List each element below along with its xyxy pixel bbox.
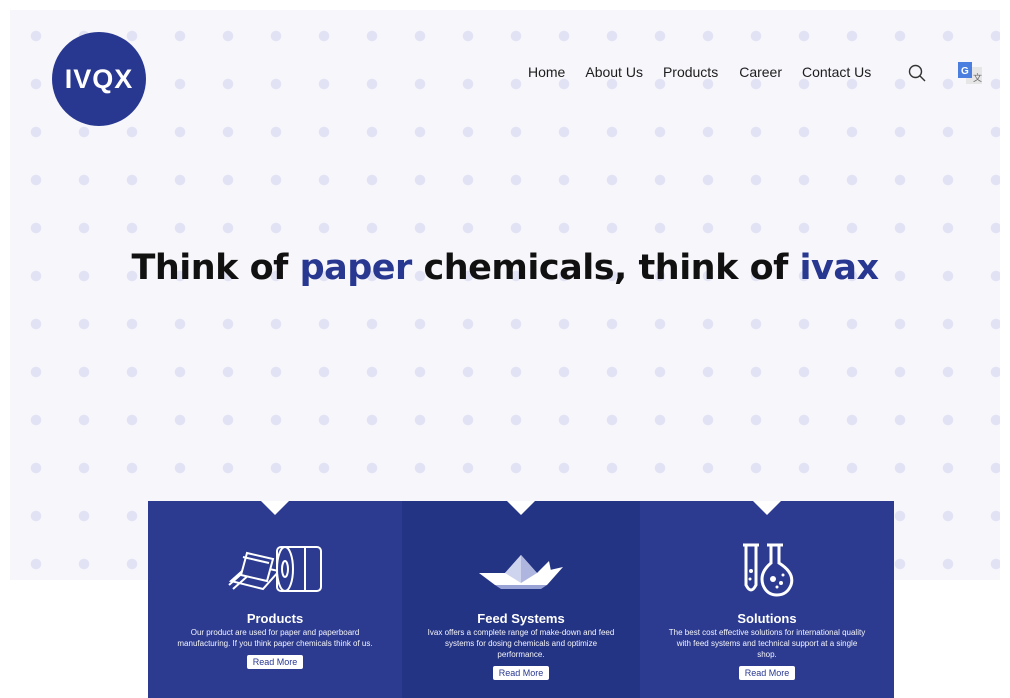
read-more-button[interactable]: Read More (738, 666, 796, 680)
nav-about-us[interactable]: About Us (585, 64, 643, 80)
nav-contact-us[interactable]: Contact Us (802, 64, 871, 80)
lab-flask-icon (737, 541, 797, 597)
google-translate-icon[interactable]: 文 G (957, 61, 983, 85)
hero-headline: Think of paper chemicals, think of ivax (0, 248, 1010, 288)
headline-accent-ivax: ivax (799, 248, 880, 288)
nav-home[interactable]: Home (528, 64, 565, 80)
card-title: Products (246, 611, 304, 626)
card-notch (507, 501, 535, 515)
card-products: Products Our product are used for paper … (148, 501, 402, 698)
card-description: Ivax offers a complete range of make-dow… (427, 628, 615, 659)
paper-boat-icon (475, 541, 567, 597)
hero-background (10, 10, 1000, 580)
nav-products[interactable]: Products (663, 64, 718, 80)
main-nav: Home About Us Products Career Contact Us (528, 64, 891, 80)
card-description: Our product are used for paper and paper… (177, 628, 373, 648)
card-title: Feed Systems (477, 611, 565, 626)
search-icon[interactable] (908, 64, 926, 82)
logo-text: IVQX (64, 63, 134, 94)
card-notch (261, 501, 289, 515)
headline-text-1: Think of (131, 248, 300, 288)
headline-accent-paper: paper (299, 248, 413, 288)
card-notch (753, 501, 781, 515)
card-title: Solutions (737, 611, 797, 626)
read-more-button[interactable]: Read More (246, 655, 304, 669)
nav-career[interactable]: Career (739, 64, 782, 80)
card-feed-systems: Feed Systems Ivax offers a complete rang… (402, 501, 640, 698)
card-solutions: Solutions The best cost effective soluti… (640, 501, 894, 698)
headline-text-2: chemicals, think of (411, 248, 800, 288)
svg-text:文: 文 (973, 72, 982, 84)
read-more-button[interactable]: Read More (492, 666, 550, 680)
paper-roll-icon (227, 541, 323, 597)
svg-text:G: G (961, 66, 969, 77)
card-description: The best cost effective solutions for in… (668, 628, 866, 659)
ivax-logo[interactable]: IVQX (52, 32, 146, 126)
